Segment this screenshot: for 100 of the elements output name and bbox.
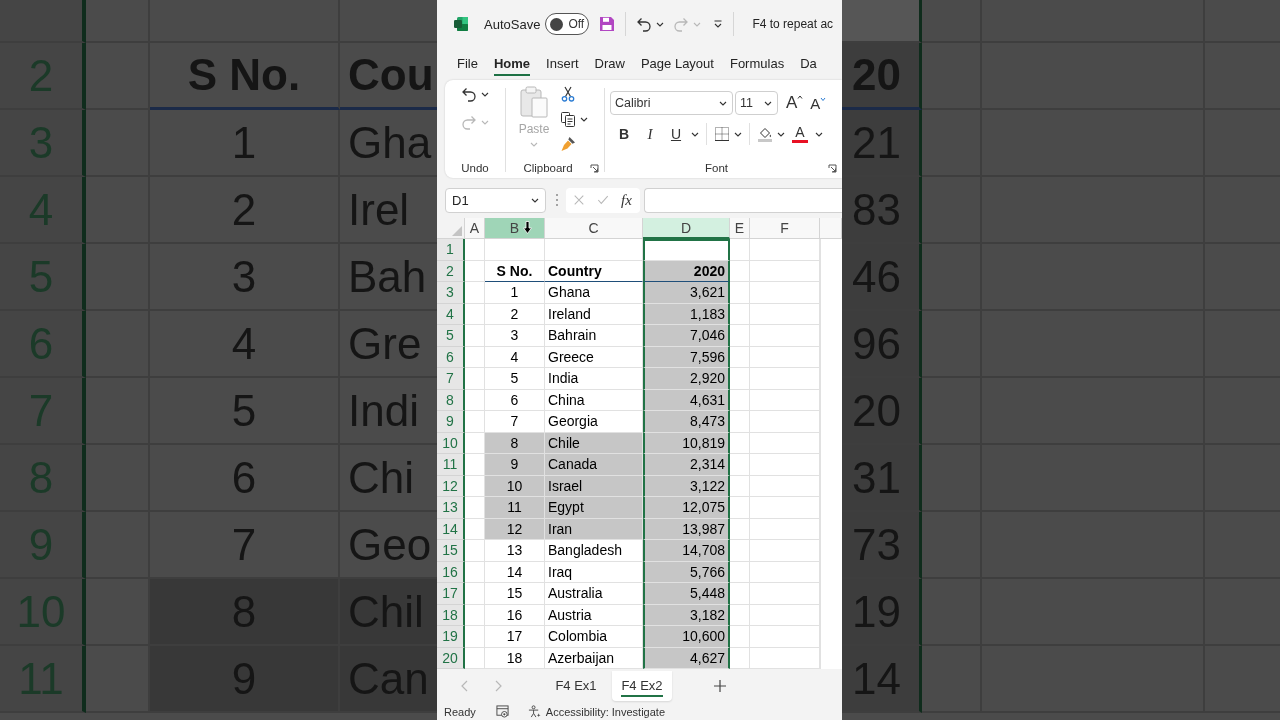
insert-function-button[interactable]: fx — [621, 191, 632, 209]
shrink-font-button[interactable]: A — [810, 94, 827, 112]
italic-button[interactable]: I — [639, 123, 661, 145]
column-header[interactable]: D — [643, 218, 730, 239]
row-header[interactable]: 6 — [437, 346, 465, 368]
table-cell: 2 — [485, 303, 545, 325]
sheet-tab[interactable]: F4 Ex2 — [612, 671, 672, 701]
caret-icon[interactable] — [691, 131, 699, 137]
ribbon-tab[interactable]: File — [457, 50, 478, 76]
add-sheet-icon[interactable] — [712, 678, 728, 694]
table-cell: 2,920 — [643, 368, 730, 390]
customize-toolbar-icon[interactable] — [713, 19, 724, 29]
caret-icon[interactable] — [815, 131, 823, 137]
table-cell: 3 — [485, 325, 545, 347]
column-header[interactable]: B — [485, 218, 545, 239]
clipboard-icon — [519, 85, 549, 119]
formula-input-field[interactable] — [644, 187, 842, 213]
table-cell: 7,046 — [643, 325, 730, 347]
macro-record-icon[interactable] — [495, 705, 509, 718]
accessibility-status[interactable]: Accessibility: Investigate — [545, 705, 665, 718]
table-cell: 4,631 — [643, 389, 730, 411]
row-header[interactable]: 13 — [437, 497, 465, 519]
row-header[interactable]: 17 — [437, 583, 465, 605]
caret-icon[interactable] — [734, 131, 742, 137]
table-cell: 10,819 — [643, 432, 730, 454]
down-caret-icon — [820, 96, 827, 101]
row-header[interactable]: 12 — [437, 475, 465, 497]
row-header[interactable]: 14 — [437, 518, 465, 540]
caret-icon — [693, 21, 702, 27]
save-icon[interactable] — [599, 16, 616, 32]
column-header[interactable]: A — [465, 218, 485, 239]
row-header[interactable]: 10 — [437, 432, 465, 454]
font-size-dropdown[interactable]: 11 — [735, 91, 778, 115]
underline-button[interactable]: U — [665, 123, 687, 145]
ribbon-tab[interactable]: Home — [493, 50, 531, 76]
table-cell: 16 — [485, 604, 545, 626]
table-cell: S No. — [485, 260, 545, 282]
table-cell: Bangladesh — [545, 540, 643, 562]
row-header[interactable]: 2 — [437, 260, 465, 282]
table-cell: 17 — [485, 626, 545, 648]
caret-icon[interactable] — [777, 131, 785, 137]
group-label: Undo — [461, 162, 489, 174]
paintbrush-icon[interactable] — [560, 136, 576, 152]
sheet-tab[interactable]: F4 Ex1 — [546, 671, 606, 701]
down-arrow-cursor-icon — [523, 221, 532, 234]
column-header[interactable]: C — [545, 218, 643, 239]
row-header[interactable]: 11 — [437, 454, 465, 476]
ribbon-tab[interactable]: Da — [800, 50, 817, 76]
redo-icon — [461, 114, 477, 130]
row-header[interactable]: 15 — [437, 540, 465, 562]
status-text: Ready — [444, 705, 476, 718]
row-header[interactable]: 3 — [437, 282, 465, 304]
row-header[interactable]: 4 — [437, 303, 465, 325]
table-cell: Australia — [545, 583, 643, 605]
table-cell: Bahrain — [545, 325, 643, 347]
triangle-icon — [452, 226, 462, 236]
undo-button[interactable] — [636, 16, 665, 32]
row-header[interactable]: 19 — [437, 626, 465, 648]
row-header[interactable]: 16 — [437, 561, 465, 583]
column-header[interactable]: F — [750, 218, 820, 239]
ribbon-tab[interactable]: Insert — [546, 50, 579, 76]
bold-button[interactable]: B — [613, 123, 635, 145]
row-header[interactable]: 1 — [437, 239, 465, 261]
table-cell: 8,473 — [643, 411, 730, 433]
ribbon-tab[interactable]: Page Layout — [640, 50, 714, 76]
borders-icon[interactable] — [714, 126, 730, 142]
table-cell: China — [545, 389, 643, 411]
launcher-icon[interactable] — [590, 163, 599, 173]
row-header[interactable]: 7 — [437, 368, 465, 390]
launcher-icon[interactable] — [828, 163, 837, 173]
row-header[interactable]: 5 — [437, 325, 465, 347]
tell-me-hint[interactable]: F4 to repeat ac — [752, 17, 834, 31]
undo-button[interactable] — [461, 85, 489, 103]
ribbon-tab[interactable]: Formulas — [729, 50, 785, 76]
autosave-toggle[interactable]: Off — [545, 13, 590, 35]
caret-icon — [531, 197, 539, 203]
ribbon-tab[interactable]: Draw — [594, 50, 625, 76]
font-name-dropdown[interactable]: Calibri — [610, 91, 733, 115]
font-color-button[interactable]: A — [789, 123, 811, 145]
row-header[interactable]: 18 — [437, 604, 465, 626]
caret-icon — [656, 21, 665, 27]
table-cell: 9 — [485, 454, 545, 476]
grip-icon[interactable] — [555, 193, 559, 207]
table-cell: Greece — [545, 346, 643, 368]
table-cell: 12 — [485, 518, 545, 540]
copy-button[interactable] — [560, 111, 588, 127]
table-cell: 3,122 — [643, 475, 730, 497]
table-cell: 18 — [485, 647, 545, 669]
row-header[interactable]: 9 — [437, 411, 465, 433]
column-header[interactable]: E — [730, 218, 750, 239]
scissors-icon[interactable] — [560, 86, 576, 102]
grow-font-button[interactable]: A — [786, 93, 804, 113]
name-box[interactable]: D1 — [445, 187, 546, 213]
table-cell: Iraq — [545, 561, 643, 583]
row-header[interactable]: 8 — [437, 389, 465, 411]
table-cell: 15 — [485, 583, 545, 605]
row-header[interactable]: 20 — [437, 647, 465, 669]
accessibility-icon[interactable] — [527, 705, 541, 718]
group-label: Font — [704, 162, 729, 174]
table-cell: 10,600 — [643, 626, 730, 648]
